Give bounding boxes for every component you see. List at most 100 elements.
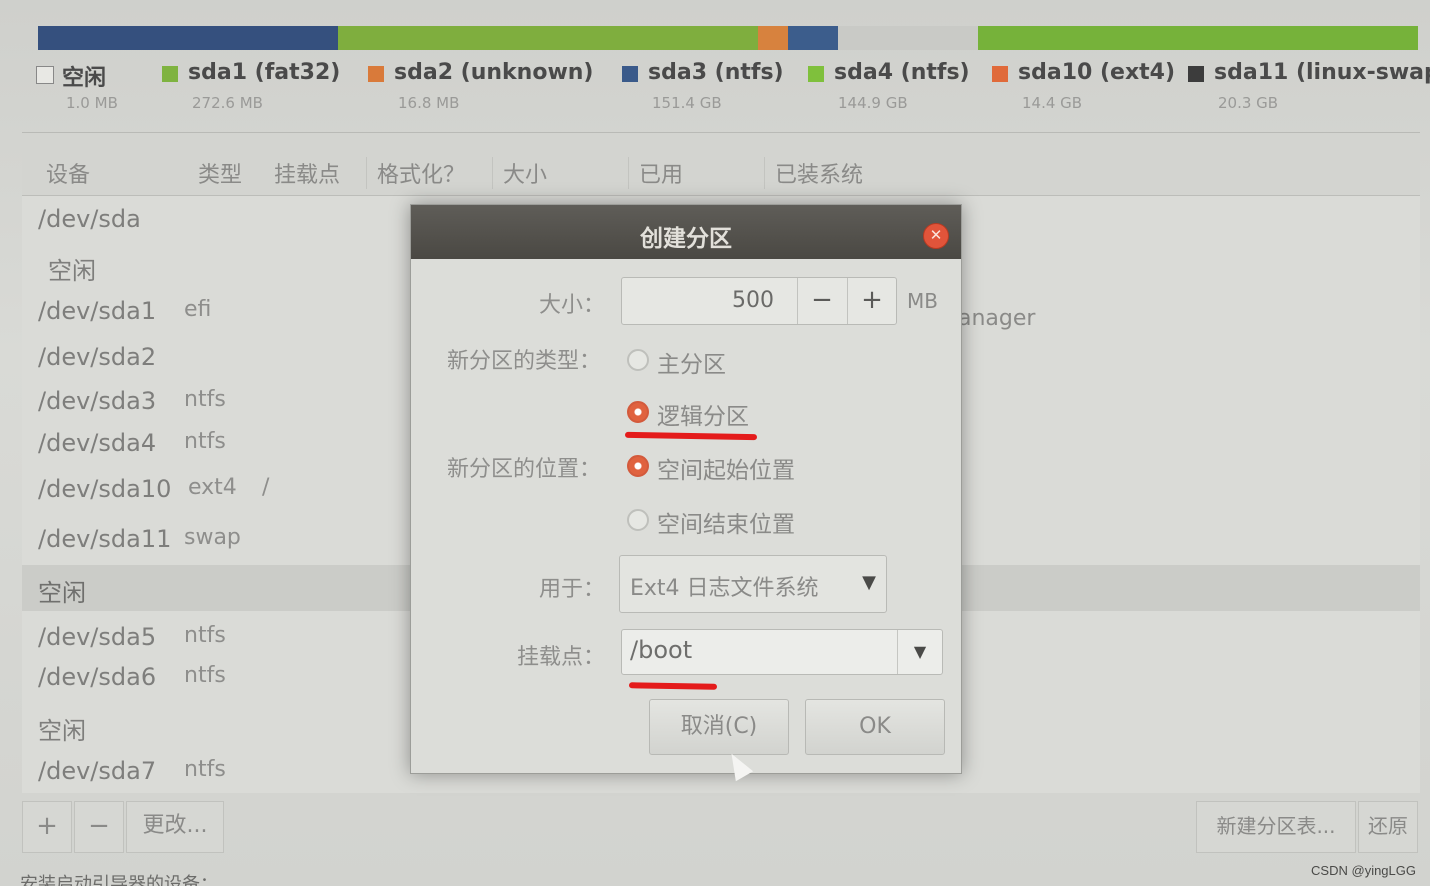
legend-size: 16.8 MB	[398, 94, 460, 112]
col-device[interactable]: 设备	[46, 157, 90, 189]
create-partition-dialog: 创建分区 ✕ 大小： 500 − + MB 新分区的类型： 主分区 逻辑分区 新…	[410, 204, 962, 774]
legend-size: 14.4 GB	[1022, 94, 1083, 112]
mount-point-combo[interactable]: /boot ▼	[621, 629, 943, 675]
legend-swatch	[622, 66, 638, 82]
bootloader-device-label: 安装启动引导器的设备：	[20, 874, 218, 886]
row-device: /dev/sda3	[38, 387, 157, 415]
col-format[interactable]: 格式化？	[366, 157, 465, 189]
row-type: efi	[184, 297, 212, 322]
legend-size: 272.6 MB	[192, 94, 263, 112]
col-used[interactable]: 已用	[628, 157, 683, 189]
partition-legend: 空闲 1.0 MB sda1 (fat32) 272.6 MB sda2 (un…	[36, 60, 1430, 120]
partition-location-label: 新分区的位置：	[446, 457, 601, 482]
legend-swatch	[162, 66, 178, 82]
row-type: ntfs	[184, 429, 226, 454]
legend-size: 20.3 GB	[1218, 94, 1279, 112]
radio-logical-indicator[interactable]	[627, 401, 649, 423]
legend-size: 144.9 GB	[838, 94, 908, 112]
row-mount: /	[262, 475, 270, 500]
annotation-underline-logical	[624, 431, 758, 441]
annotation-underline-boot	[628, 682, 718, 690]
remove-partition-button[interactable]: −	[74, 801, 124, 853]
row-type: ntfs	[184, 623, 226, 648]
partition-toolbar: + − 更改... 新建分区表... 还原	[22, 795, 1420, 855]
radio-location-start-label[interactable]: 空间起始位置	[657, 451, 795, 485]
bar-seg-sda3	[788, 26, 838, 50]
legend-name: sda1 (fat32)	[188, 60, 341, 85]
legend-name: sda3 (ntfs)	[648, 60, 784, 85]
col-system[interactable]: 已装系统	[764, 157, 863, 189]
legend-size: 151.4 GB	[652, 94, 722, 112]
row-type: swap	[184, 525, 241, 550]
bar-seg-sda1	[38, 26, 338, 50]
row-device: /dev/sda5	[38, 623, 157, 651]
row-device: 空闲	[38, 579, 86, 607]
legend-name: sda4 (ntfs)	[834, 60, 970, 85]
change-partition-button[interactable]: 更改...	[126, 801, 224, 853]
radio-logical-label[interactable]: 逻辑分区	[657, 397, 749, 431]
row-type: ext4	[188, 475, 237, 500]
bar-seg-sda4	[338, 26, 758, 50]
dialog-title: 创建分区	[640, 226, 732, 252]
row-type: ntfs	[184, 387, 226, 412]
radio-primary-label[interactable]: 主分区	[657, 345, 726, 379]
col-type[interactable]: 类型	[198, 157, 242, 189]
row-device: /dev/sda10	[38, 475, 172, 503]
radio-primary-indicator[interactable]	[627, 349, 649, 371]
partition-type-label: 新分区的类型：	[446, 349, 601, 374]
add-partition-button[interactable]: +	[22, 801, 72, 853]
mount-point-label: 挂载点：	[516, 645, 605, 670]
size-spinbox[interactable]: 500 − +	[621, 277, 897, 325]
mount-point-input[interactable]: /boot	[630, 636, 692, 664]
legend-name: 空闲	[62, 66, 107, 91]
use-as-combobox[interactable]: Ext4 日志文件系统 ▼	[619, 555, 887, 613]
size-increment-button[interactable]: +	[847, 278, 896, 324]
size-value[interactable]: 500	[732, 288, 774, 313]
bar-seg-free	[838, 26, 978, 50]
row-device: /dev/sda	[38, 205, 141, 233]
radio-location-start-indicator[interactable]	[627, 455, 649, 477]
row-type: ntfs	[184, 663, 226, 688]
dialog-titlebar: 创建分区 ✕	[411, 205, 961, 259]
bar-seg-sda5	[978, 26, 1418, 50]
col-mount[interactable]: 挂载点	[274, 157, 340, 189]
col-size[interactable]: 大小	[492, 157, 547, 189]
radio-location-end-label[interactable]: 空间结束位置	[657, 505, 795, 539]
legend-name: sda2 (unknown)	[394, 60, 594, 85]
use-as-value: Ext4 日志文件系统	[630, 576, 819, 601]
close-icon[interactable]: ✕	[923, 223, 949, 249]
legend-swatch	[368, 66, 384, 82]
chevron-down-icon[interactable]: ▼	[862, 572, 876, 593]
legend-swatch	[1188, 66, 1204, 82]
legend-name: sda10 (ext4)	[1018, 60, 1176, 85]
row-type: ntfs	[184, 757, 226, 782]
installer-window: 空闲 1.0 MB sda1 (fat32) 272.6 MB sda2 (un…	[0, 0, 1430, 886]
row-device: /dev/sda4	[38, 429, 157, 457]
system-name-text: anager	[958, 306, 1036, 331]
legend-swatch	[808, 66, 824, 82]
size-label: 大小：	[538, 293, 605, 318]
row-device: /dev/sda6	[38, 663, 157, 691]
row-device: /dev/sda11	[38, 525, 172, 553]
use-as-label: 用于：	[538, 577, 605, 602]
chevron-down-icon[interactable]: ▼	[897, 630, 942, 674]
row-device: /dev/sda7	[38, 757, 157, 785]
revert-button[interactable]: 还原	[1358, 801, 1418, 853]
row-device: 空闲	[38, 717, 86, 745]
watermark: CSDN @yingLGG	[1311, 863, 1416, 878]
ok-button[interactable]: OK	[805, 699, 945, 755]
size-decrement-button[interactable]: −	[797, 278, 846, 324]
row-device: 空闲	[48, 257, 96, 285]
bar-seg-sda2	[758, 26, 788, 50]
row-device: /dev/sda2	[38, 343, 157, 371]
table-header: 设备 类型 挂载点 格式化？ 大小 已用 已装系统	[22, 133, 1420, 196]
legend-swatch	[36, 66, 54, 84]
size-unit: MB	[907, 289, 938, 313]
new-partition-table-button[interactable]: 新建分区表...	[1196, 801, 1356, 853]
legend-swatch	[992, 66, 1008, 82]
legend-name: sda11 (linux-swap)	[1214, 60, 1430, 85]
cancel-button[interactable]: 取消(C)	[649, 699, 789, 755]
legend-size: 1.0 MB	[66, 94, 118, 112]
radio-location-end-indicator[interactable]	[627, 509, 649, 531]
row-device: /dev/sda1	[38, 297, 157, 325]
